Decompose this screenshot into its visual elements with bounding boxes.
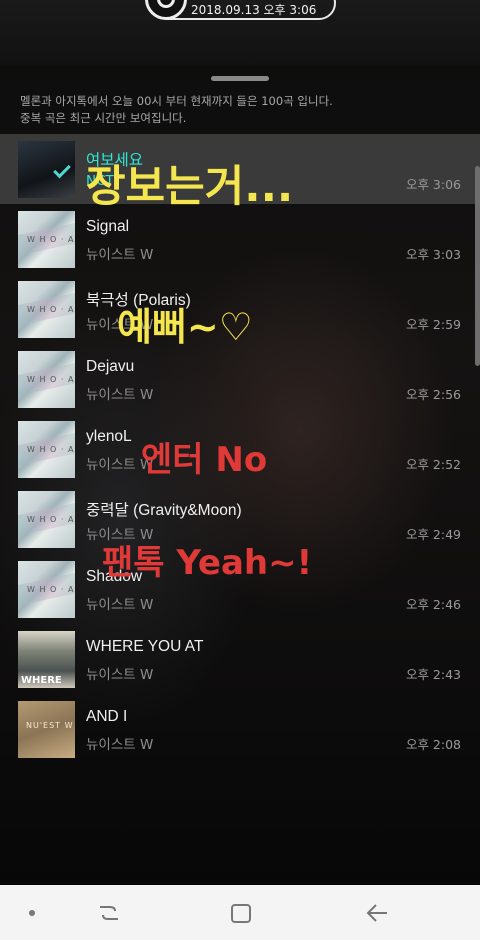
overlay-caption: 예뻐~♡ <box>117 305 253 349</box>
track-artist: 뉴이스트 W <box>86 597 154 613</box>
sheet-info: 멜론과 아지톡에서 오늘 00시 부터 현재까지 들은 100곡 입니다. 중복… <box>20 93 333 127</box>
album-art: NU'EST W <box>18 701 75 758</box>
track-time: 오후 3:03 <box>405 247 461 262</box>
track-time: 오후 2:46 <box>405 597 461 612</box>
track-time: 오후 2:43 <box>405 667 461 682</box>
nav-dot-icon[interactable] <box>29 910 35 916</box>
track-title: 중력달 (Gravity&Moon) <box>86 502 242 519</box>
back-icon[interactable] <box>366 902 388 924</box>
status-area: 2018.09.13 오후 3:06 <box>0 0 480 66</box>
track-time: 오후 2:59 <box>405 317 461 332</box>
album-art <box>18 141 75 198</box>
track-time: 오후 3:06 <box>405 177 461 192</box>
track-time: 오후 2:49 <box>405 527 461 542</box>
track-artist: 뉴이스트 W <box>86 737 154 753</box>
overlay-caption: 팬톡 Yeah~! <box>102 543 313 583</box>
album-art: WHERE <box>18 631 75 688</box>
info-line-2: 중복 곡은 최근 시간만 보여집니다. <box>20 111 187 125</box>
track-row[interactable]: NU'EST W AND I 뉴이스트 W 오후 2:08 <box>0 694 480 764</box>
album-art: W H O · A <box>18 351 75 408</box>
track-title: ylenoL <box>86 428 132 445</box>
info-line-1: 멜론과 아지톡에서 오늘 00시 부터 현재까지 들은 100곡 입니다. <box>20 94 333 108</box>
track-title: AND I <box>86 708 128 725</box>
track-artist: 뉴이스트 W <box>86 667 154 683</box>
track-artist: 뉴이스트 W <box>86 247 154 263</box>
album-art: W H O · A <box>18 281 75 338</box>
navigation-bar <box>0 885 480 940</box>
track-time: 오후 2:56 <box>405 387 461 402</box>
track-title: WHERE YOU AT <box>86 638 204 655</box>
track-time: 오후 2:52 <box>405 457 461 472</box>
album-art: W H O · A <box>18 561 75 618</box>
overlay-caption: 엔터 No <box>141 440 268 480</box>
track-row[interactable]: W H O · A Signal 뉴이스트 W 오후 3:03 <box>0 204 480 274</box>
album-art: W H O · A <box>18 211 75 268</box>
status-datetime: 2018.09.13 오후 3:06 <box>191 3 317 17</box>
home-icon[interactable] <box>231 904 251 923</box>
album-art: W H O · A <box>18 491 75 548</box>
track-artist: 뉴이스트 W <box>86 387 154 403</box>
check-icon <box>53 160 71 179</box>
track-time: 오후 2:08 <box>405 737 461 752</box>
track-row[interactable]: W H O · A Dejavu 뉴이스트 W 오후 2:56 <box>0 344 480 414</box>
sheet-drag-handle[interactable] <box>211 76 269 81</box>
overlay-caption: 장보는거... <box>86 162 294 212</box>
track-title: Signal <box>86 218 130 235</box>
album-art: W H O · A <box>18 421 75 478</box>
recent-apps-icon[interactable] <box>97 902 121 924</box>
track-row[interactable]: WHERE WHERE YOU AT 뉴이스트 W 오후 2:43 <box>0 624 480 694</box>
track-title: Dejavu <box>86 358 135 375</box>
